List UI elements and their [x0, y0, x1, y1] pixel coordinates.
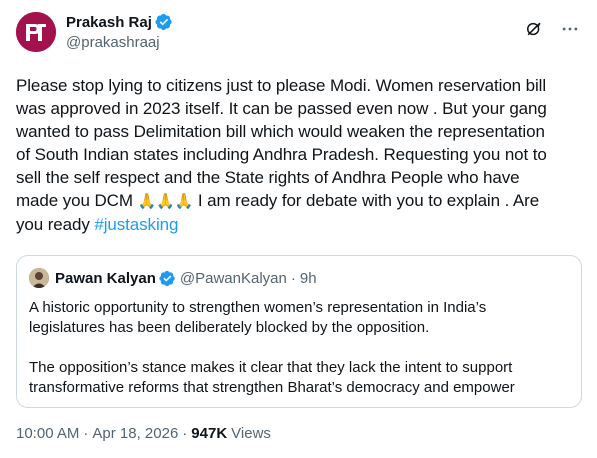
tweet-header: Prakash Raj @prakashraaj [16, 10, 581, 62]
separator-dot: · [182, 425, 188, 442]
quoted-line: The opposition’s stance makes it clear t… [29, 359, 513, 376]
tweet-line: wanted to pass Delimitation bill which w… [16, 122, 545, 141]
tweet-text-segment: you ready [16, 215, 95, 234]
folded-hands-emoji: 🙏🙏🙏 [137, 193, 194, 210]
views-count[interactable]: 947K [191, 425, 227, 442]
tweet-line: made you DCM 🙏🙏🙏 I am ready for debate w… [16, 189, 584, 213]
tweet-line: sell the self respect and the State righ… [16, 168, 520, 187]
verified-badge-icon[interactable] [155, 13, 173, 31]
quoted-line: transformative reforms that strengthen B… [29, 379, 515, 396]
quoted-line: A historic opportunity to strengthen wom… [29, 299, 487, 316]
tweet-text-segment: made you DCM [16, 191, 138, 210]
quoted-author-name[interactable]: Pawan Kalyan [55, 270, 156, 287]
quoted-author-avatar[interactable] [29, 268, 49, 288]
tweet-meta: 10:00 AM · Apr 18, 2026 · 947K Views [16, 425, 271, 442]
views-label: Views [231, 425, 271, 442]
quoted-author-handle[interactable]: @PawanKalyan [180, 270, 287, 287]
quoted-tweet[interactable]: Pawan Kalyan @PawanKalyan · 9h A histori… [16, 255, 582, 408]
quoted-line: legislatures has been deliberately block… [29, 319, 430, 336]
quoted-tweet-body: A historic opportunity to strengthen wom… [29, 298, 574, 398]
post-date[interactable]: Apr 18, 2026 [92, 425, 178, 442]
verified-badge-icon[interactable] [159, 270, 176, 287]
tweet-text-segment: I am ready for debate with you to explai… [193, 191, 540, 210]
separator-dot: · [290, 269, 296, 287]
author-handle[interactable]: @prakashraaj [66, 34, 173, 51]
author-logo-icon [16, 12, 56, 52]
tweet-line: of South Indian states including Andhra … [16, 145, 547, 164]
hashtag-link[interactable]: #justasking [94, 215, 178, 234]
grok-icon[interactable] [523, 18, 545, 40]
tweet-line: Please stop lying to citizens just to pl… [16, 76, 547, 95]
separator-dot: · [83, 425, 89, 442]
more-icon[interactable] [559, 18, 581, 40]
quoted-timestamp[interactable]: 9h [300, 270, 317, 287]
tweet-line: was approved in 2023 itself. It can be p… [16, 99, 547, 118]
post-time[interactable]: 10:00 AM [16, 425, 79, 442]
tweet-body: Please stop lying to citizens just to pl… [16, 74, 584, 236]
author-name[interactable]: Prakash Raj [66, 14, 152, 31]
author-avatar[interactable] [16, 12, 56, 52]
tweet-line: you ready #justasking [16, 213, 584, 236]
